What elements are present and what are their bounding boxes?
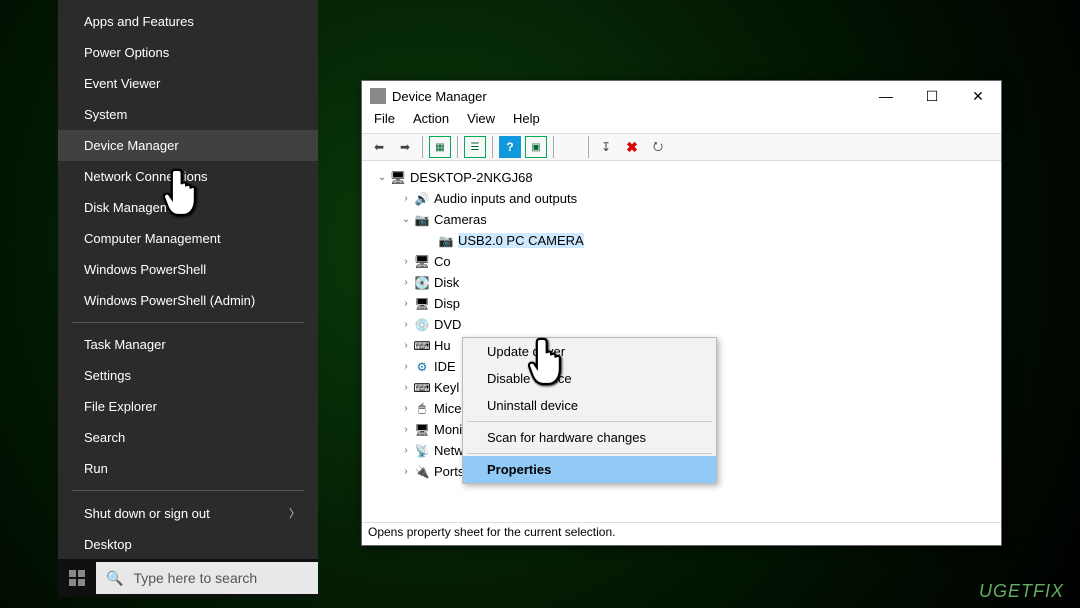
back-button[interactable]: ⬅ [368,136,390,158]
chevron-down-icon[interactable]: ⌄ [374,172,390,183]
winx-item-desktop[interactable]: Desktop [58,529,318,560]
taskbar: 🔍 Type here to search [58,559,318,597]
toolbar: ⬅ ➡ ▦ ☰ ? ▣ ↧ ✖ ⭮ [362,133,1001,161]
chevron-right-icon[interactable]: › [398,298,414,309]
chevron-right-icon[interactable]: › [398,466,414,477]
disk-icon [414,275,430,291]
camera-icon [414,212,430,228]
ctx-update-driver[interactable]: Update driver [463,338,716,365]
ide-icon [414,359,430,375]
winx-item-search[interactable]: Search [58,422,318,453]
winx-item-task-manager[interactable]: Task Manager [58,329,318,360]
device-context-menu: Update driver Disable device Uninstall d… [462,337,717,484]
chevron-right-icon[interactable]: › [398,445,414,456]
tree-node-audio[interactable]: › Audio inputs and outputs [370,188,1001,209]
help-button[interactable]: ? [499,136,521,158]
tree-node-disk-drives[interactable]: › Disk [370,272,1001,293]
network-icon [414,443,430,459]
chevron-right-icon[interactable]: › [398,256,414,267]
ctx-separator [467,453,712,454]
tree-node-cameras[interactable]: ⌄ Cameras [370,209,1001,230]
tree-node-computer[interactable]: › Co [370,251,1001,272]
windows-logo-icon [69,570,85,586]
audio-icon [414,191,430,207]
winx-item-shutdown[interactable]: Shut down or sign out 〉 [58,497,318,529]
keyboard-icon [414,380,430,396]
enable-button[interactable]: ↧ [595,136,617,158]
chevron-right-icon[interactable]: › [398,319,414,330]
close-button[interactable]: ✕ [955,81,1001,111]
computer-icon [390,170,406,186]
menu-view[interactable]: View [467,111,495,133]
menu-help[interactable]: Help [513,111,540,133]
port-icon [414,464,430,480]
search-placeholder: Type here to search [133,570,257,586]
chevron-right-icon[interactable]: › [398,193,414,204]
forward-button[interactable]: ➡ [394,136,416,158]
computer-icon [414,254,430,270]
uninstall-button[interactable]: ✖ [621,136,643,158]
ctx-separator [467,421,712,422]
device-manager-window: Device Manager — ☐ ✕ File Action View He… [361,80,1002,546]
winx-item-computer-management[interactable]: Computer Management [58,223,318,254]
winx-item-power-options[interactable]: Power Options [58,37,318,68]
winx-item-system[interactable]: System [58,99,318,130]
ctx-properties[interactable]: Properties [463,456,716,483]
chevron-right-icon[interactable]: › [398,403,414,414]
update-driver-button[interactable] [560,136,582,158]
tree-leaf-usb-camera[interactable]: USB2.0 PC CAMERA [370,230,1001,251]
winx-item-apps-features[interactable]: Apps and Features [58,6,318,37]
dvd-icon [414,317,430,333]
winx-separator [72,322,304,323]
winx-item-device-manager[interactable]: Device Manager [58,130,318,161]
menubar: File Action View Help [362,111,1001,133]
maximize-button[interactable]: ☐ [909,81,955,111]
refresh-button[interactable]: ⭮ [647,136,669,158]
start-button[interactable] [58,559,96,597]
properties-button[interactable]: ☰ [464,136,486,158]
monitor-icon [414,422,430,438]
titlebar[interactable]: Device Manager — ☐ ✕ [362,81,1001,111]
tree-root[interactable]: ⌄ DESKTOP-2NKGJ68 [370,167,1001,188]
ctx-scan-hardware[interactable]: Scan for hardware changes [463,424,716,451]
device-tree[interactable]: ⌄ DESKTOP-2NKGJ68 › Audio inputs and out… [362,161,1001,523]
winx-item-network-connections[interactable]: Network Connections [58,161,318,192]
winx-item-disk-management[interactable]: Disk Management [58,192,318,223]
display-icon [414,296,430,312]
winx-item-event-viewer[interactable]: Event Viewer [58,68,318,99]
chevron-right-icon[interactable]: › [398,382,414,393]
chevron-down-icon[interactable]: ⌄ [398,214,414,225]
status-bar: Opens property sheet for the current sel… [362,523,1001,545]
chevron-right-icon[interactable]: › [398,361,414,372]
ctx-disable-device[interactable]: Disable device [463,365,716,392]
window-title: Device Manager [392,89,487,104]
show-hidden-button[interactable]: ▦ [429,136,451,158]
search-icon: 🔍 [106,570,123,587]
tree-node-dvd[interactable]: › DVD [370,314,1001,335]
tree-node-display-adapters[interactable]: › Disp [370,293,1001,314]
taskbar-search[interactable]: 🔍 Type here to search [96,562,318,594]
app-icon [370,88,386,104]
chevron-right-icon: 〉 [289,505,300,521]
camera-icon [438,233,454,249]
chevron-right-icon[interactable]: › [398,277,414,288]
hid-icon [414,338,430,354]
menu-file[interactable]: File [374,111,395,133]
winx-item-run[interactable]: Run [58,453,318,484]
ctx-uninstall-device[interactable]: Uninstall device [463,392,716,419]
winx-item-powershell[interactable]: Windows PowerShell [58,254,318,285]
winx-item-powershell-admin[interactable]: Windows PowerShell (Admin) [58,285,318,316]
winx-separator [72,490,304,491]
watermark: UGETFIX [979,581,1064,602]
scan-button[interactable]: ▣ [525,136,547,158]
winx-item-settings[interactable]: Settings [58,360,318,391]
winx-menu: Apps and Features Power Options Event Vi… [58,0,318,560]
chevron-right-icon[interactable]: › [398,424,414,435]
winx-item-file-explorer[interactable]: File Explorer [58,391,318,422]
chevron-right-icon[interactable]: › [398,340,414,351]
mouse-icon [414,401,430,417]
menu-action[interactable]: Action [413,111,449,133]
minimize-button[interactable]: — [863,81,909,111]
